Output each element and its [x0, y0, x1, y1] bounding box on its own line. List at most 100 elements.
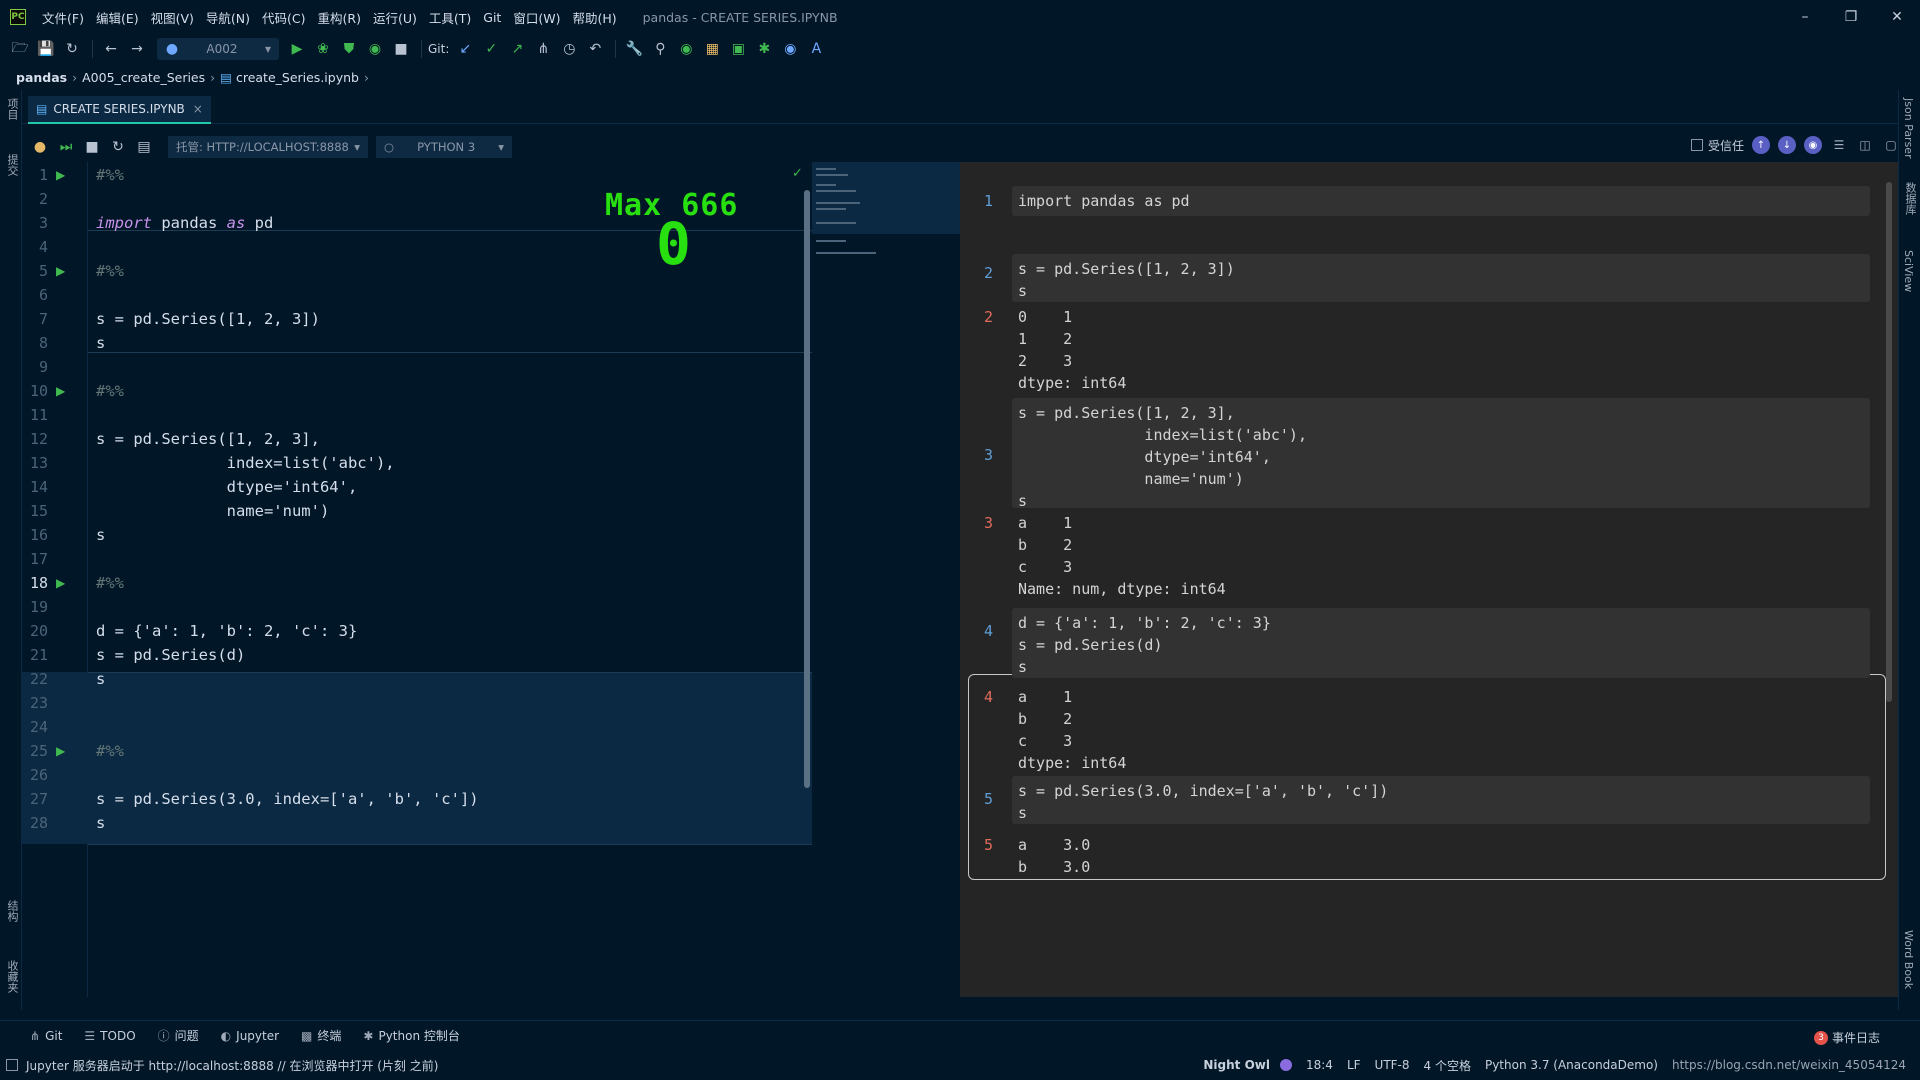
- menu-run[interactable]: 运行(U): [367, 8, 423, 27]
- kernel-status-icon: ○: [384, 140, 395, 154]
- breadcrumb-project[interactable]: pandas: [16, 70, 67, 85]
- commit-tool-tab[interactable]: 提交: [4, 154, 20, 176]
- jupyter-icon[interactable]: ◉: [778, 37, 802, 61]
- run-cell-icon[interactable]: ▶: [56, 264, 65, 278]
- database-icon[interactable]: ▣: [726, 37, 750, 61]
- word-book-tool-tab[interactable]: Word Book: [1902, 930, 1915, 989]
- sciview-tool-tab[interactable]: SciView: [1902, 250, 1915, 292]
- search-icon[interactable]: ⚲: [648, 37, 672, 61]
- project-tool-tab[interactable]: 项目: [4, 98, 20, 120]
- toolbar-divider: [615, 40, 617, 58]
- breadcrumb-folder[interactable]: A005_create_Series: [82, 70, 205, 85]
- variables-icon[interactable]: ▤: [132, 135, 156, 159]
- indent-setting[interactable]: 4 个空格: [1424, 1057, 1471, 1074]
- cell-input-text: import pandas as pd: [1018, 192, 1190, 210]
- git-push-icon[interactable]: ↗: [505, 37, 529, 61]
- code-line: #%%: [96, 574, 124, 592]
- preview-scrollbar[interactable]: [1886, 182, 1892, 702]
- run-cell-icon[interactable]: ▶: [56, 576, 65, 590]
- trusted-checkbox[interactable]: [1690, 139, 1703, 151]
- plugin-icon[interactable]: ✱: [752, 37, 776, 61]
- tab-python-console[interactable]: ✱ Python 控制台: [363, 1027, 459, 1044]
- structure-tool-tab[interactable]: 结构: [4, 900, 20, 922]
- restart-kernel-icon[interactable]: ↻: [106, 135, 130, 159]
- kernel-select[interactable]: ○ PYTHON 3 ▾: [376, 136, 512, 158]
- forward-arrow-icon[interactable]: →: [125, 37, 149, 61]
- tab-problems[interactable]: ⓘ 问题: [158, 1027, 199, 1044]
- menu-refactor[interactable]: 重构(R): [312, 8, 367, 27]
- editor-scrollbar[interactable]: [804, 190, 810, 788]
- line-separator[interactable]: LF: [1347, 1058, 1361, 1072]
- tab-terminal[interactable]: ▩ 终端: [301, 1027, 341, 1044]
- find-usages-icon[interactable]: ◉: [674, 37, 698, 61]
- jupyter-server-select[interactable]: 托管: HTTP://LOCALHOST:8888 ▾: [168, 136, 368, 158]
- minimap[interactable]: [812, 162, 960, 997]
- event-log-button[interactable]: 3 事件日志: [1813, 1029, 1880, 1046]
- wrench-icon[interactable]: 🔧: [622, 37, 646, 61]
- back-arrow-icon[interactable]: ←: [99, 37, 123, 61]
- menu-window[interactable]: 窗口(W): [507, 8, 566, 27]
- minimize-icon[interactable]: –: [1782, 0, 1828, 34]
- run-cell-icon[interactable]: ▶: [56, 168, 65, 182]
- profile-icon[interactable]: ◉: [363, 37, 387, 61]
- split-view-icon[interactable]: ◫: [1856, 136, 1874, 154]
- code-line: d = {'a': 1, 'b': 2, 'c': 3}: [96, 622, 358, 640]
- stop-icon[interactable]: ■: [389, 37, 413, 61]
- file-encoding[interactable]: UTF-8: [1375, 1058, 1410, 1072]
- code-keyword: import: [96, 214, 152, 232]
- menu-edit[interactable]: 编辑(E): [90, 8, 145, 27]
- database-tool-tab[interactable]: 数据库: [1902, 182, 1918, 215]
- menu-file[interactable]: 文件(F): [36, 8, 90, 27]
- sync-icon[interactable]: ↻: [60, 37, 84, 61]
- coverage-icon[interactable]: ⛊: [337, 37, 361, 61]
- export-down-icon[interactable]: ↓: [1778, 136, 1796, 154]
- cell-number: 2: [984, 264, 994, 282]
- revert-icon[interactable]: ↶: [583, 37, 607, 61]
- tab-git[interactable]: ⋔ Git: [30, 1029, 62, 1043]
- run-cell-icon[interactable]: ▶: [56, 744, 65, 758]
- tab-todo[interactable]: ☰ TODO: [84, 1029, 135, 1043]
- lightbulb-icon[interactable]: ●: [28, 135, 52, 159]
- debug-icon[interactable]: ❀: [311, 37, 335, 61]
- minimap-line: [816, 240, 846, 242]
- save-all-icon[interactable]: 💾: [34, 37, 58, 61]
- open-folder-icon[interactable]: 🗁: [8, 37, 32, 61]
- interpreter-label[interactable]: Python 3.7 (AnacondaDemo): [1485, 1058, 1658, 1072]
- menu-help[interactable]: 帮助(H): [566, 8, 622, 27]
- breadcrumb-file[interactable]: create_Series.ipynb: [236, 70, 359, 85]
- git-commit-icon[interactable]: ✓: [479, 37, 503, 61]
- json-parser-tool-tab[interactable]: Json Parser: [1902, 98, 1915, 159]
- sync-preview-icon[interactable]: ◉: [1804, 136, 1822, 154]
- tab-jupyter[interactable]: ◐ Jupyter: [221, 1029, 279, 1043]
- cell-marker: #%%: [96, 262, 124, 280]
- run-config-select[interactable]: ● A002 ▾: [157, 38, 279, 60]
- output-number: 4: [984, 688, 994, 706]
- git-update-icon[interactable]: ↙: [453, 37, 477, 61]
- close-icon[interactable]: ✕: [1874, 0, 1920, 34]
- cursor-position[interactable]: 18:4: [1306, 1058, 1333, 1072]
- run-all-icon[interactable]: ⏭: [54, 135, 78, 159]
- menu-tools[interactable]: 工具(T): [423, 8, 477, 27]
- translate-icon[interactable]: A: [804, 37, 828, 61]
- menu-git[interactable]: Git: [477, 10, 507, 25]
- menu-code[interactable]: 代码(C): [256, 8, 311, 27]
- menu-view[interactable]: 视图(V): [145, 8, 200, 27]
- export-up-icon[interactable]: ↑: [1752, 136, 1770, 154]
- theme-label[interactable]: Night Owl: [1203, 1058, 1270, 1072]
- favorites-tool-tab[interactable]: 收藏夹: [4, 960, 20, 993]
- panel-toggle-icon[interactable]: [6, 1059, 18, 1071]
- close-tab-icon[interactable]: ×: [193, 102, 203, 116]
- restore-icon[interactable]: ❐: [1828, 0, 1874, 34]
- notebook-preview[interactable]: 1 import pandas as pd 2 s = pd.Series([1…: [960, 162, 1898, 997]
- history-icon[interactable]: ◷: [557, 37, 581, 61]
- interrupt-kernel-icon[interactable]: ■: [80, 135, 104, 159]
- code-editor[interactable]: 1 2 3 4 5 6 7 8 9 10 11 12 13 14 15 16 1…: [22, 162, 812, 997]
- tab-create-series[interactable]: ▤ CREATE SERIES.IPYNB ×: [28, 96, 211, 124]
- editor-only-icon[interactable]: ☰: [1830, 136, 1848, 154]
- structure-icon[interactable]: ▦: [700, 37, 724, 61]
- run-icon[interactable]: ▶: [285, 37, 309, 61]
- git-branch-icon[interactable]: ⋔: [531, 37, 555, 61]
- run-cell-icon[interactable]: ▶: [56, 384, 65, 398]
- line-number-current: 18: [29, 574, 48, 592]
- menu-navigate[interactable]: 导航(N): [200, 8, 256, 27]
